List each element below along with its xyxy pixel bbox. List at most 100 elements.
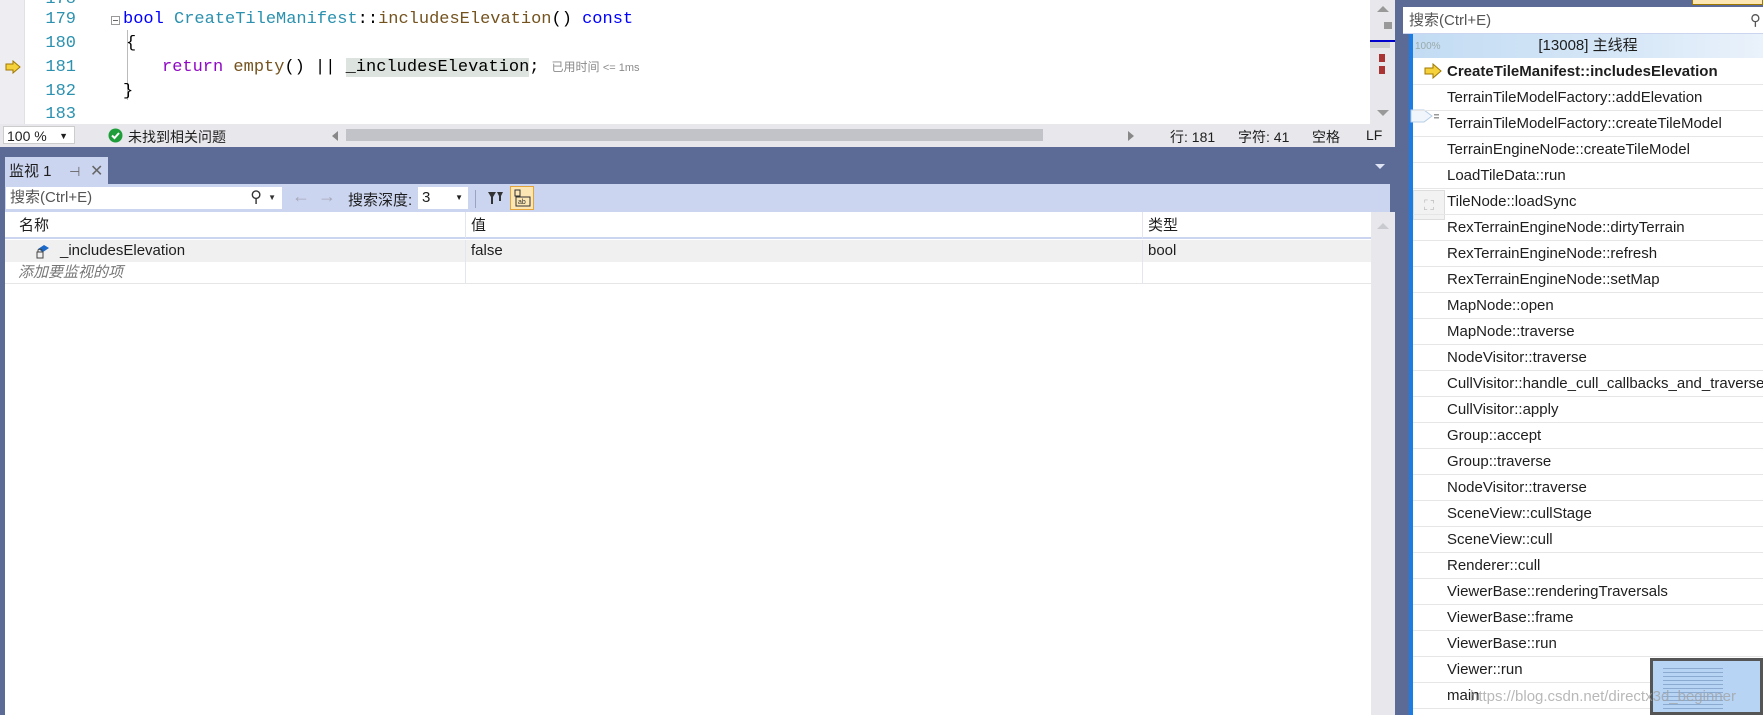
window-menu-icon[interactable] bbox=[1375, 164, 1385, 169]
callstack-search-input[interactable]: 搜索(Ctrl+E) ⚲ bbox=[1403, 7, 1763, 34]
watch-type-cell: bool bbox=[1148, 242, 1177, 259]
search-forward-icon[interactable]: → bbox=[318, 186, 336, 207]
check-circle-icon bbox=[108, 128, 123, 143]
zoom-select[interactable]: 100 % ▼ bbox=[3, 126, 75, 144]
callstack-frame[interactable]: TileNode::loadSync bbox=[1413, 189, 1763, 215]
callstack-frame[interactable]: RexTerrainEngineNode::refresh bbox=[1413, 241, 1763, 267]
code-line-180[interactable]: { bbox=[126, 34, 136, 53]
watch-row[interactable]: _includesElevation false bool bbox=[5, 240, 1371, 262]
eol-indicator[interactable]: LF bbox=[1366, 127, 1382, 143]
callstack-frame[interactable]: MapNode::open bbox=[1413, 293, 1763, 319]
watch-name-cell[interactable]: _includesElevation bbox=[5, 240, 466, 262]
function-call: empty bbox=[233, 58, 285, 77]
callstack-frame[interactable]: TerrainTileModelFactory::createTileModel bbox=[1413, 111, 1763, 137]
frame-label: LoadTileData::run bbox=[1447, 167, 1566, 184]
callstack-frame[interactable]: LoadTileData::run bbox=[1413, 163, 1763, 189]
callstack-frame[interactable]: TerrainEngineNode::createTileModel bbox=[1413, 137, 1763, 163]
collapse-toggle-icon[interactable] bbox=[111, 16, 120, 25]
toolbar-separator bbox=[475, 190, 476, 208]
callstack-frame[interactable]: NodeVisitor::traverse bbox=[1413, 475, 1763, 501]
scroll-down-icon[interactable] bbox=[1377, 110, 1389, 116]
scroll-up-icon[interactable] bbox=[1377, 6, 1389, 12]
search-depth-value: 3 bbox=[422, 189, 431, 206]
callstack-frame[interactable]: SceneView::cull bbox=[1413, 527, 1763, 553]
callstack-frame[interactable]: RexTerrainEngineNode::dirtyTerrain bbox=[1413, 215, 1763, 241]
line-indicator[interactable]: 行: 181 bbox=[1170, 127, 1215, 147]
callstack-frame[interactable]: SceneView::cullStage bbox=[1413, 501, 1763, 527]
search-back-icon[interactable]: ← bbox=[292, 186, 310, 207]
callstack-frame[interactable]: Group::traverse bbox=[1413, 449, 1763, 475]
frame-label: TerrainEngineNode::createTileModel bbox=[1447, 141, 1690, 158]
frame-label: TileNode::loadSync bbox=[1447, 193, 1577, 210]
search-icon[interactable]: ⚲ bbox=[1750, 7, 1761, 34]
zoom-value: 100 % bbox=[7, 128, 47, 144]
callstack-frame[interactable]: TerrainTileModelFactory::addElevation bbox=[1413, 85, 1763, 111]
parens: () bbox=[551, 10, 572, 29]
scroll-up-icon[interactable] bbox=[1377, 223, 1389, 229]
parens: () bbox=[284, 58, 305, 77]
editor-vertical-scrollbar[interactable] bbox=[1370, 0, 1395, 124]
callstack-frame[interactable]: ViewerBase::renderingTraversals bbox=[1413, 579, 1763, 605]
code-editor[interactable]: 178 179 180 181 182 183 bool CreateTileM… bbox=[0, 0, 1370, 124]
callstack-frame[interactable]: ViewerBase::run bbox=[1413, 631, 1763, 657]
scope-operator: :: bbox=[357, 10, 379, 29]
code-line-181[interactable]: return empty() || _includesElevation; 已用时… bbox=[162, 58, 640, 77]
column-header-type[interactable]: 类型 bbox=[1143, 212, 1371, 239]
perf-tip-value: <= 1ms bbox=[602, 62, 640, 74]
callstack-frame[interactable]: CullVisitor::handle_cull_callbacks_and_t… bbox=[1413, 371, 1763, 397]
breakpoint-marker bbox=[1379, 54, 1385, 62]
horizontal-scroll-thumb[interactable] bbox=[346, 129, 1043, 141]
search-depth-select[interactable]: 3 ▼ bbox=[418, 187, 468, 209]
column-header-name[interactable]: 名称 bbox=[5, 212, 466, 239]
callstack-frame[interactable]: MapNode::traverse bbox=[1413, 319, 1763, 345]
line-number: 183 bbox=[45, 105, 76, 124]
add-watch-placeholder[interactable]: 添加要监视的项 bbox=[5, 262, 466, 284]
add-watch-row[interactable]: 添加要监视的项 bbox=[5, 262, 1371, 284]
callstack-frame[interactable]: CreateTileManifest::includesElevation bbox=[1413, 59, 1763, 85]
watch-value-cell[interactable]: false bbox=[466, 240, 1143, 262]
hex-display-icon: ab bbox=[514, 189, 531, 207]
line-number: 179 bbox=[45, 10, 76, 29]
current-frame-arrow-icon bbox=[1424, 63, 1442, 79]
char-indicator[interactable]: 字符: 41 bbox=[1238, 127, 1289, 147]
perf-tip[interactable]: 已用时间 <= 1ms bbox=[552, 60, 640, 74]
search-placeholder: 搜索(Ctrl+E) bbox=[10, 189, 93, 206]
scroll-thumb[interactable] bbox=[1384, 22, 1392, 29]
callstack-frame[interactable]: RexTerrainEngineNode::setMap bbox=[1413, 267, 1763, 293]
close-icon[interactable]: ✕ bbox=[90, 157, 103, 187]
callstack-frame[interactable]: ViewerBase::frame bbox=[1413, 605, 1763, 631]
frame-label: Viewer::run bbox=[1447, 661, 1523, 678]
keyword: return bbox=[162, 58, 224, 77]
line-number: 178 bbox=[40, 0, 76, 9]
callstack-frame[interactable]: CullVisitor::apply bbox=[1413, 397, 1763, 423]
column-header-value[interactable]: 值 bbox=[466, 212, 1143, 239]
highlighted-variable[interactable]: _includesElevation bbox=[345, 58, 530, 77]
frame-label: MapNode::traverse bbox=[1447, 323, 1575, 340]
svg-text:ab: ab bbox=[518, 199, 526, 206]
issues-status[interactable]: 未找到相关问题 bbox=[128, 127, 226, 147]
pin-icon[interactable]: ⊣ bbox=[69, 157, 80, 187]
frame-label: Group::accept bbox=[1447, 427, 1542, 444]
scroll-left-icon[interactable] bbox=[332, 131, 338, 141]
toolbar-toggle-button[interactable] bbox=[1692, 0, 1763, 5]
callstack-frame[interactable]: NodeVisitor::traverse bbox=[1413, 345, 1763, 371]
scroll-right-icon[interactable] bbox=[1128, 131, 1134, 141]
minimap-thumbnail[interactable] bbox=[1650, 658, 1763, 715]
function-name: includesElevation bbox=[378, 10, 552, 29]
chevron-down-icon[interactable]: ▼ bbox=[268, 187, 276, 209]
filter-pin-icon[interactable] bbox=[486, 189, 504, 207]
watch-search-input[interactable]: 搜索(Ctrl+E) ⚲ ▼ bbox=[5, 186, 283, 210]
frame-label: SceneView::cull bbox=[1447, 531, 1553, 548]
tab-watch-1[interactable]: 监视 1 ⊣ ✕ bbox=[5, 157, 108, 187]
code-line-182[interactable]: } bbox=[123, 82, 133, 101]
frame-label: Renderer::cull bbox=[1447, 557, 1541, 574]
watch-vertical-scrollbar[interactable] bbox=[1371, 212, 1395, 715]
callstack-frame[interactable]: Renderer::cull bbox=[1413, 553, 1763, 579]
indent-indicator[interactable]: 空格 bbox=[1312, 127, 1340, 147]
search-icon[interactable]: ⚲ bbox=[250, 187, 262, 209]
code-line-179[interactable]: bool CreateTileManifest::includesElevati… bbox=[123, 10, 633, 29]
empty-cell bbox=[466, 262, 1143, 284]
frame-label: TerrainTileModelFactory::createTileModel bbox=[1447, 115, 1722, 132]
callstack-frame[interactable]: Group::accept bbox=[1413, 423, 1763, 449]
hex-display-toggle[interactable]: ab bbox=[510, 186, 534, 210]
